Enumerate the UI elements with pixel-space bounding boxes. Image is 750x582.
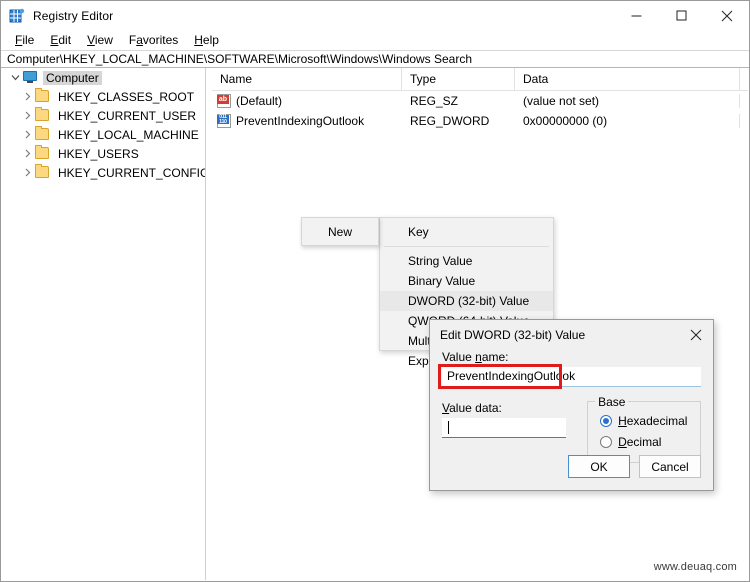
ok-button[interactable]: OK <box>568 455 630 478</box>
value-name-field-wrap: PreventIndexingOutlook <box>438 364 701 389</box>
value-data-cell: (value not set) <box>515 94 740 108</box>
value-name-text: (Default) <box>236 94 283 108</box>
value-name-label: Value name: <box>442 350 509 364</box>
minimize-button[interactable] <box>614 1 659 30</box>
column-header-name[interactable]: Name <box>212 68 402 90</box>
value-type-cell: REG_DWORD <box>410 114 490 128</box>
menu-file[interactable]: File <box>7 32 42 48</box>
chevron-right-icon[interactable] <box>20 109 34 123</box>
chevron-right-icon[interactable] <box>20 147 34 161</box>
folder-icon <box>34 126 51 142</box>
chevron-right-icon[interactable] <box>20 90 34 104</box>
tree-item-label: Computer <box>43 70 102 85</box>
chevron-down-icon[interactable] <box>8 71 22 85</box>
dialog-body: Value name: PreventIndexingOutlook Value… <box>430 350 713 463</box>
value-data-cell: 0x00000000 (0) <box>515 114 740 128</box>
address-bar[interactable]: Computer\HKEY_LOCAL_MACHINE\SOFTWARE\Mic… <box>1 50 749 68</box>
menu-edit[interactable]: Edit <box>42 32 79 48</box>
base-group-legend: Base <box>595 395 629 409</box>
value-name-text: PreventIndexingOutlook <box>236 114 365 128</box>
value-type-cell: REG_SZ <box>410 94 459 108</box>
submenu-separator <box>384 246 549 247</box>
edit-dword-dialog: Edit DWORD (32-bit) Value Value name: Pr… <box>429 319 714 491</box>
radio-label-decimal: Decimal <box>618 434 662 449</box>
column-header-data[interactable]: Data <box>515 68 740 90</box>
menu-favorites[interactable]: Favorites <box>121 32 186 48</box>
value-data-input[interactable] <box>442 418 566 438</box>
text-caret <box>448 421 449 434</box>
registry-tree-pane: Computer HKEY_CLASSES_ROOT HKEY_CURRENT_… <box>2 68 205 580</box>
tree-item-label: HKEY_CLASSES_ROOT <box>58 89 195 104</box>
tree-item-label: HKEY_LOCAL_MACHINE <box>58 127 199 142</box>
tree-item-hkey-users[interactable]: HKEY_USERS <box>2 144 205 163</box>
list-header: Name Type Data <box>212 68 748 91</box>
close-icon[interactable] <box>679 320 713 350</box>
title-bar: Registry Editor <box>1 1 749 30</box>
dialog-row-data-base: Value data: Base Hexadecimal Decimal <box>442 395 701 463</box>
address-path: Computer\HKEY_LOCAL_MACHINE\SOFTWARE\Mic… <box>7 52 473 66</box>
submenu-item-dword-32bit-value[interactable]: DWORD (32-bit) Value <box>380 291 553 311</box>
window-controls <box>614 1 749 30</box>
tree-item-hkey-local-machine[interactable]: HKEY_LOCAL_MACHINE <box>2 125 205 144</box>
context-menu-new-label: New <box>327 224 352 239</box>
submenu-item-string-value[interactable]: String Value <box>380 251 553 271</box>
string-value-icon: ab <box>217 94 231 108</box>
value-data-group: Value data: <box>442 401 577 463</box>
radio-decimal[interactable]: Decimal <box>588 431 700 452</box>
value-name-cell: 011 110 PreventIndexingOutlook <box>212 114 402 128</box>
watermark: www.deuaq.com <box>653 561 737 573</box>
dialog-buttons: OK Cancel <box>568 455 701 478</box>
base-radio-group: Base Hexadecimal Decimal <box>587 395 701 463</box>
table-row[interactable]: 011 110 PreventIndexingOutlook REG_DWORD … <box>212 111 748 131</box>
chevron-right-icon[interactable] <box>20 166 34 180</box>
value-name-cell: ab (Default) <box>212 94 402 108</box>
menu-help[interactable]: Help <box>186 32 227 48</box>
tree-item-hkey-current-user[interactable]: HKEY_CURRENT_USER <box>2 106 205 125</box>
menu-view[interactable]: View <box>79 32 121 48</box>
radio-indicator-hexadecimal <box>600 414 613 427</box>
submenu-item-key[interactable]: Key <box>380 222 553 242</box>
submenu-item-binary-value[interactable]: Binary Value <box>380 271 553 291</box>
tree-item-hkey-current-config[interactable]: HKEY_CURRENT_CONFIG <box>2 163 205 182</box>
tree-item-computer[interactable]: Computer <box>2 68 205 87</box>
dword-value-icon: 011 110 <box>217 114 231 128</box>
menu-bar: File Edit View Favorites Help <box>1 30 749 50</box>
tree-item-label: HKEY_USERS <box>58 146 139 161</box>
value-name-input[interactable]: PreventIndexingOutlook <box>442 367 701 387</box>
tree-item-label: HKEY_CURRENT_CONFIG <box>58 165 205 180</box>
registry-icon <box>9 8 25 24</box>
dialog-title-bar: Edit DWORD (32-bit) Value <box>430 320 713 350</box>
window-title: Registry Editor <box>33 8 114 23</box>
folder-icon <box>34 145 51 161</box>
registry-editor-window: Registry Editor File Edit View Favorites… <box>0 0 750 582</box>
tree-item-label: HKEY_CURRENT_USER <box>58 108 197 123</box>
cancel-button[interactable]: Cancel <box>639 455 701 478</box>
radio-hexadecimal[interactable]: Hexadecimal <box>588 410 700 431</box>
tree-item-hkey-classes-root[interactable]: HKEY_CLASSES_ROOT <box>2 87 205 106</box>
radio-indicator-decimal <box>600 435 613 448</box>
dialog-title: Edit DWORD (32-bit) Value <box>440 328 586 342</box>
chevron-right-icon[interactable] <box>20 128 34 142</box>
close-button[interactable] <box>704 1 749 30</box>
value-data-label: Value data: <box>442 401 502 415</box>
folder-icon <box>34 107 51 123</box>
context-menu-item-new[interactable]: New <box>301 217 379 246</box>
folder-icon <box>34 88 51 104</box>
table-row[interactable]: ab (Default) REG_SZ (value not set) <box>212 91 748 111</box>
column-header-type[interactable]: Type <box>402 68 515 90</box>
maximize-button[interactable] <box>659 1 704 30</box>
folder-icon <box>34 164 51 180</box>
monitor-icon <box>22 70 39 85</box>
radio-label-hexadecimal: Hexadecimal <box>618 413 688 428</box>
